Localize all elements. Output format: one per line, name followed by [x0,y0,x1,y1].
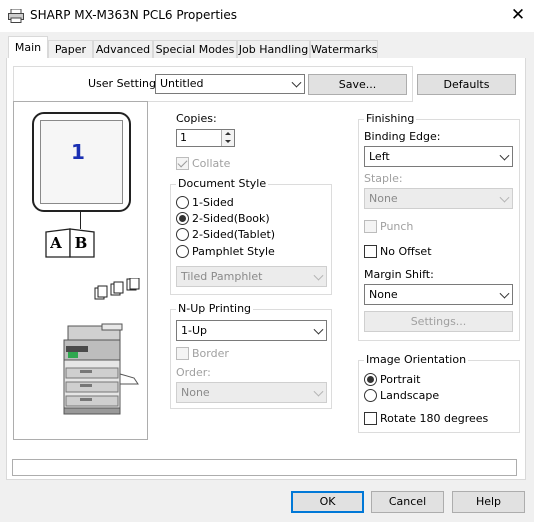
no-offset-checkbox[interactable] [364,245,377,258]
settings-button[interactable]: Settings... [364,311,513,332]
order-value: None [181,386,210,399]
staple-select[interactable]: None [364,188,513,209]
pamphlet-value: Tiled Pamphlet [181,270,263,283]
window-title: SHARP MX-M363N PCL6 Properties [30,8,237,22]
tab-paper[interactable]: Paper [48,40,93,59]
staple-value: None [369,192,398,205]
border-label: Border [192,347,229,360]
radio-2-sided-book[interactable] [176,212,189,225]
binding-edge-label: Binding Edge: [364,130,441,143]
nup-select[interactable]: 1-Up [176,320,327,341]
binding-edge-value: Left [369,150,390,163]
user-settings-value: Untitled [160,77,204,90]
chevron-down-icon [499,288,510,299]
radio-1-sided[interactable] [176,196,189,209]
radio-2-sided-tablet-label: 2-Sided(Tablet) [192,228,276,241]
printer-icon [8,9,24,23]
rotate-180-checkbox[interactable] [364,412,377,425]
tab-main[interactable]: Main [8,36,48,59]
pamphlet-select[interactable]: Tiled Pamphlet [176,266,327,287]
border-checkbox[interactable] [176,347,189,360]
document-style-title: Document Style [176,177,269,190]
preview-page-number: 1 [71,140,85,164]
close-icon[interactable]: ✕ [506,4,530,28]
margin-shift-label: Margin Shift: [364,268,434,281]
chevron-down-icon [499,192,510,203]
binding-edge-select[interactable]: Left [364,146,513,167]
collate-checkbox[interactable] [176,157,189,170]
user-settings-select[interactable]: Untitled [155,74,305,94]
punch-label: Punch [380,220,414,233]
nup-title: N-Up Printing [176,302,254,315]
copies-value: 1 [180,131,187,144]
margin-shift-select[interactable]: None [364,284,513,305]
radio-landscape[interactable] [364,389,377,402]
radio-1-sided-label: 1-Sided [192,196,234,209]
spin-down-icon[interactable] [221,138,234,146]
chevron-down-icon [291,77,302,88]
copies-label: Copies: [176,112,217,125]
punch-checkbox[interactable] [364,220,377,233]
finishing-title: Finishing [364,112,417,125]
radio-portrait[interactable] [364,373,377,386]
radio-pamphlet-style-label: Pamphlet Style [192,245,275,258]
margin-shift-value: None [369,288,398,301]
spin-up-icon[interactable] [221,130,234,138]
no-offset-label: No Offset [380,245,432,258]
help-button[interactable]: Help [452,491,525,513]
cancel-button[interactable]: Cancel [371,491,444,513]
booklet-left-letter: A [50,234,62,252]
radio-landscape-label: Landscape [380,389,440,402]
copies-stack-icon [94,278,140,300]
radio-2-sided-book-label: 2-Sided(Book) [192,212,270,225]
order-label: Order: [176,366,211,379]
printer-machine-icon [63,323,139,415]
save-button[interactable]: Save... [308,74,407,95]
nup-value: 1-Up [181,324,208,337]
chevron-down-icon [313,386,324,397]
chevron-down-icon [313,270,324,281]
ok-button[interactable]: OK [291,491,364,513]
booklet-right-letter: B [74,234,88,252]
order-select[interactable]: None [176,382,327,403]
staple-label: Staple: [364,172,403,185]
defaults-button[interactable]: Defaults [417,74,516,95]
rotate-180-label: Rotate 180 degrees [380,412,489,425]
radio-2-sided-tablet[interactable] [176,228,189,241]
copies-stepper[interactable]: 1 [176,129,235,147]
chevron-down-icon [313,324,324,335]
radio-portrait-label: Portrait [380,373,421,386]
chevron-down-icon [499,150,510,161]
collate-label: Collate [192,157,231,170]
tab-job-handling[interactable]: Job Handling [237,40,310,59]
user-settings-label: User Settings: [88,77,166,90]
status-strip [12,459,517,476]
tab-watermarks[interactable]: Watermarks [310,40,378,59]
radio-pamphlet-style[interactable] [176,245,189,258]
orientation-title: Image Orientation [364,353,469,366]
tab-special-modes[interactable]: Special Modes [153,40,237,59]
tab-advanced[interactable]: Advanced [93,40,153,59]
